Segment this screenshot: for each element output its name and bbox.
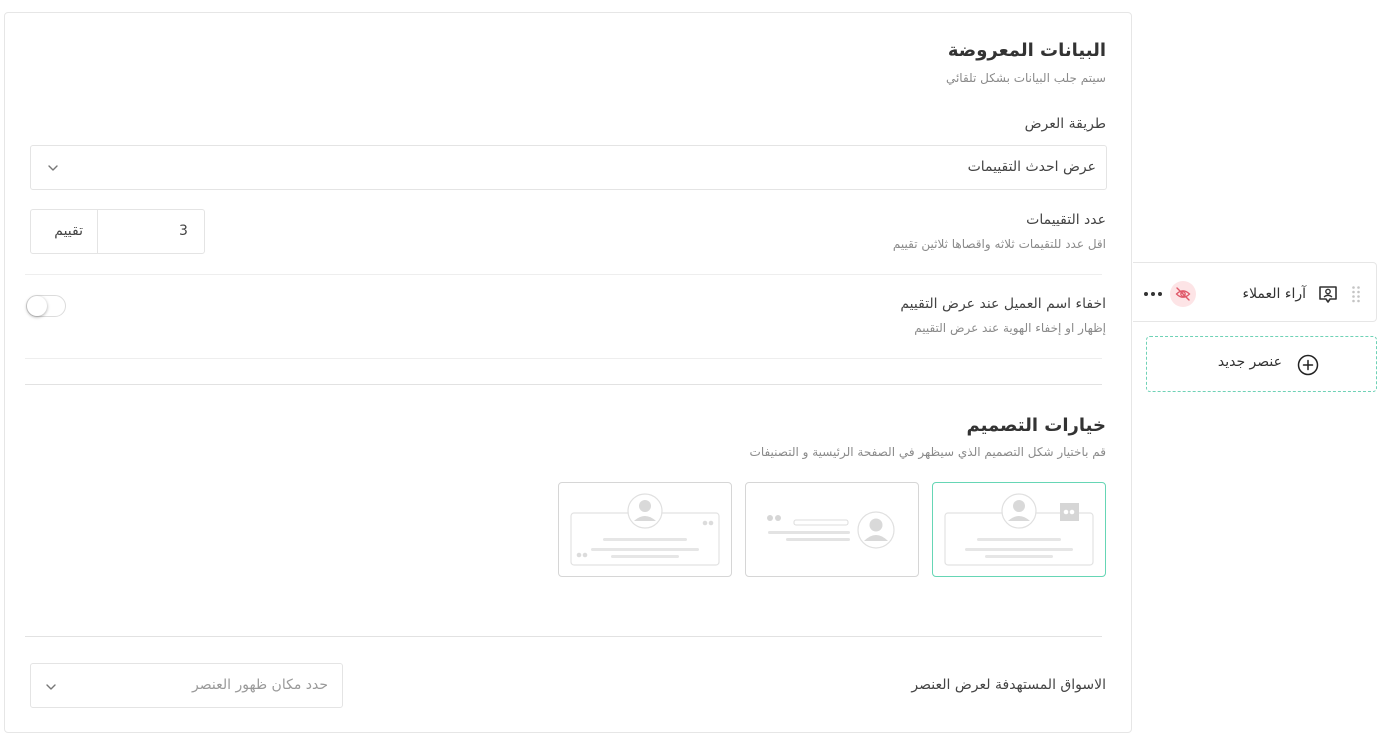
settings-panel — [4, 12, 1132, 733]
design-option-3[interactable] — [558, 482, 732, 577]
visibility-toggle-button[interactable] — [1170, 281, 1196, 307]
plus-circle-icon — [1297, 354, 1319, 376]
displayed-data-title: البيانات المعروضة — [947, 40, 1106, 61]
eye-off-icon — [1175, 287, 1191, 301]
ratings-count-stepper[interactable]: تقييم 3 — [30, 209, 205, 254]
target-markets-label: الاسواق المستهدفة لعرض العنصر — [911, 677, 1106, 693]
design-options-title: خيارات التصميم — [966, 415, 1106, 436]
display-method-label: طريقة العرض — [1024, 116, 1106, 132]
new-element-button[interactable]: عنصر جديد — [1146, 336, 1377, 392]
design-preview-3 — [570, 493, 720, 566]
drag-handle-icon[interactable] — [1351, 285, 1361, 303]
new-element-label: عنصر جديد — [1217, 354, 1282, 370]
design-option-2[interactable] — [745, 482, 919, 577]
display-method-select[interactable]: عرض احدث التقييمات — [30, 145, 1107, 190]
toggle-knob — [27, 296, 47, 316]
ratings-count-hint: اقل عدد للتقيمات ثلاثه واقصاها ثلاثين تق… — [892, 237, 1106, 251]
display-method-value: عرض احدث التقييمات — [967, 159, 1096, 175]
more-dots-icon[interactable] — [1143, 291, 1163, 297]
hide-name-hint: إظهار او إخفاء الهوية عند عرض التقييم — [914, 321, 1106, 335]
section-divider — [25, 636, 1102, 637]
chevron-down-icon — [48, 165, 58, 171]
design-preview-2 — [767, 511, 895, 549]
section-divider — [25, 384, 1102, 385]
target-markets-placeholder: حدد مكان ظهور العنصر — [192, 677, 328, 693]
review-icon — [1319, 286, 1337, 303]
sidebar-item-label: آراء العملاء — [1242, 286, 1306, 302]
ratings-count-input[interactable]: 3 — [179, 223, 188, 239]
hide-name-toggle[interactable] — [26, 295, 66, 317]
design-option-1[interactable] — [932, 482, 1106, 577]
ratings-count-unit: تقييم — [54, 223, 83, 239]
chevron-down-icon — [46, 684, 56, 690]
hide-name-label: اخفاء اسم العميل عند عرض التقييم — [900, 296, 1106, 312]
target-markets-select[interactable]: حدد مكان ظهور العنصر — [30, 663, 343, 708]
sidebar-item-reviews[interactable]: آراء العملاء — [1133, 262, 1377, 322]
divider — [25, 274, 1102, 275]
design-preview-1 — [944, 493, 1094, 566]
ratings-count-label: عدد التقييمات — [1026, 212, 1106, 228]
design-options-subtitle: قم باختيار شكل التصميم الذي سيظهر في الص… — [749, 445, 1106, 459]
displayed-data-subtitle: سيتم جلب البيانات بشكل تلقائي — [945, 71, 1106, 85]
ratings-count-unit-box: تقييم — [31, 210, 98, 253]
divider — [25, 358, 1102, 359]
